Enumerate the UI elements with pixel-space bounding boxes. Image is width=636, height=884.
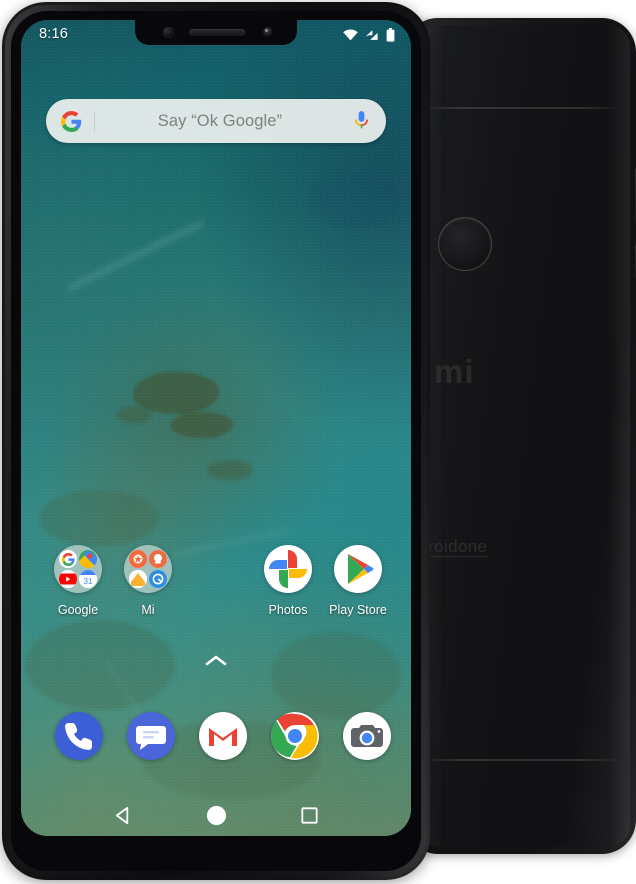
status-bar: 8:16: [21, 20, 411, 54]
google-search-mini-icon: [59, 550, 77, 568]
app-label: Photos: [268, 603, 308, 617]
dock-item-messages[interactable]: [115, 712, 187, 760]
dock-item-phone[interactable]: [43, 712, 115, 760]
google-search-bar[interactable]: Say “Ok Google”: [46, 99, 386, 143]
google-calendar-mini-icon: 31: [79, 570, 97, 588]
app-label: Play Store: [329, 603, 387, 617]
phone-back-view: mi roidone: [404, 18, 636, 854]
search-input[interactable]: Say “Ok Google”: [87, 112, 353, 131]
home-screen-app-grid: 31 Google Mi Photos Play Store: [43, 545, 403, 617]
android-one-branding: roidone: [428, 537, 488, 557]
back-triangle-icon[interactable]: [114, 806, 133, 825]
gmail-icon[interactable]: [199, 712, 247, 760]
app-item-play-store[interactable]: Play Store: [323, 545, 393, 617]
app-item-photos[interactable]: Photos: [253, 545, 323, 617]
dock-item-gmail[interactable]: [187, 712, 259, 760]
app-row: 31 Google Mi Photos Play Store: [43, 545, 403, 617]
mi-app-mini-icon: [149, 550, 167, 568]
recents-square-icon[interactable]: [301, 806, 318, 824]
messages-icon[interactable]: [127, 712, 175, 760]
android-one-text: roidone: [428, 537, 488, 557]
dock: [43, 712, 403, 760]
product-photo: mi roidone 8:16 Say “Ok Google” 31 Googl…: [0, 0, 636, 884]
app-item-google-folder[interactable]: 31 Google: [43, 545, 113, 617]
google-maps-mini-icon: [79, 550, 97, 568]
antenna-line-top: [418, 107, 622, 109]
mi-brand-logo: mi: [434, 353, 475, 390]
dock-item-chrome[interactable]: [259, 712, 331, 760]
app-label: Mi: [141, 603, 155, 617]
svg-text:31: 31: [84, 577, 93, 586]
microphone-icon[interactable]: [353, 110, 370, 132]
dock-item-camera[interactable]: [331, 712, 403, 760]
navigation-bar: [21, 794, 411, 836]
mi-folder-icon[interactable]: [124, 545, 172, 593]
google-play-store-icon[interactable]: [334, 545, 382, 593]
antenna-line-bottom: [418, 759, 622, 761]
chrome-icon[interactable]: [271, 712, 319, 760]
mi-app-mini-icon: [129, 570, 147, 588]
signal-icon: [365, 30, 378, 40]
phone-bottom-chin: [11, 835, 421, 871]
battery-icon: [386, 28, 395, 42]
status-bar-clock: 8:16: [39, 26, 69, 42]
app-label: Google: [57, 603, 99, 617]
status-bar-icons: [343, 28, 395, 42]
app-drawer-handle[interactable]: [205, 654, 227, 672]
google-folder-icon[interactable]: 31: [54, 545, 102, 593]
wifi-icon: [343, 29, 358, 41]
phone-front-view: 8:16 Say “Ok Google” 31 Google Mi Photos…: [2, 2, 430, 880]
mi-app-mini-icon: [149, 570, 167, 588]
app-item-mi-folder[interactable]: Mi: [113, 545, 183, 617]
phone-screen: 8:16 Say “Ok Google” 31 Google Mi Photos…: [21, 20, 411, 836]
google-g-icon: [61, 110, 82, 132]
youtube-mini-icon: [59, 570, 77, 588]
home-circle-icon[interactable]: [206, 805, 227, 826]
mi-app-mini-icon: [129, 550, 147, 568]
chevron-up-icon[interactable]: [205, 654, 227, 667]
phone-back-panel: mi roidone: [410, 25, 630, 847]
fingerprint-sensor-icon: [438, 217, 492, 271]
back-right-highlight: [608, 25, 630, 847]
google-photos-icon[interactable]: [264, 545, 312, 593]
phone-icon[interactable]: [55, 712, 103, 760]
camera-icon[interactable]: [343, 712, 391, 760]
